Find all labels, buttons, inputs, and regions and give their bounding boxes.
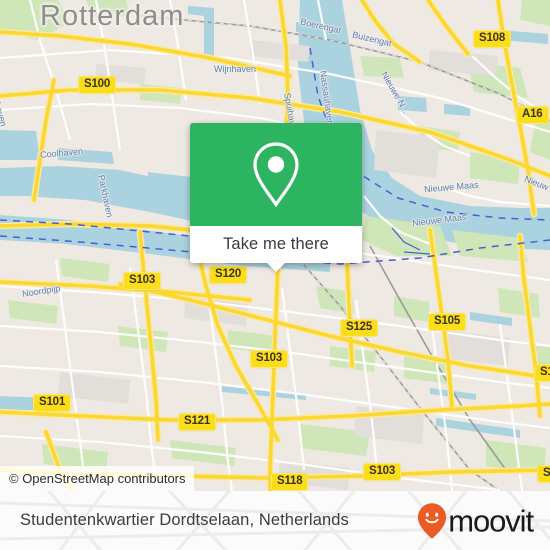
road-shield-s108[interactable]: S108: [473, 30, 512, 48]
road-shield-s100[interactable]: S100: [78, 76, 117, 94]
moovit-brand[interactable]: moovit: [417, 502, 534, 539]
road-shield-s120[interactable]: S120: [209, 266, 248, 284]
map-canvas[interactable]: Rotterdam Wijnhaven Boerengat Buizengat …: [0, 0, 550, 491]
road-shield-s103-west[interactable]: S103: [123, 272, 162, 290]
popup-cta-area[interactable]: Take me there: [190, 226, 362, 272]
road-shield-s105[interactable]: S105: [428, 313, 467, 331]
moovit-wordmark: moovit: [448, 503, 534, 538]
take-me-there-label: Take me there: [223, 235, 329, 253]
road-shield-a16[interactable]: A16: [516, 106, 549, 124]
popup-pointer-tail: [266, 262, 286, 272]
road-shield-s101[interactable]: S101: [33, 394, 72, 412]
moovit-smile-pin-icon: [418, 502, 447, 539]
road-shield-s118[interactable]: S118: [271, 473, 309, 491]
popup-image-area: [190, 123, 362, 226]
road-shield-s103-mid[interactable]: S103: [250, 350, 289, 368]
road-shield-s121[interactable]: S121: [178, 413, 217, 431]
osm-attribution[interactable]: © OpenStreetMap contributors: [0, 466, 194, 491]
road-shield-s125[interactable]: S125: [340, 319, 379, 337]
map-pin-icon: [253, 141, 299, 207]
footer-bar: Studentenkwartier Dordtselaan, Netherlan…: [0, 491, 550, 550]
location-title: Studentenkwartier Dordtselaan, Netherlan…: [20, 511, 349, 529]
road-shield-s12-edge[interactable]: S12: [534, 364, 550, 382]
road-shield-s12-top-edge[interactable]: S12: [537, 465, 550, 483]
road-shield-s103-south[interactable]: S103: [363, 463, 402, 481]
destination-popup-card[interactable]: Take me there: [190, 123, 362, 272]
osm-attribution-text: © OpenStreetMap contributors: [9, 471, 186, 486]
